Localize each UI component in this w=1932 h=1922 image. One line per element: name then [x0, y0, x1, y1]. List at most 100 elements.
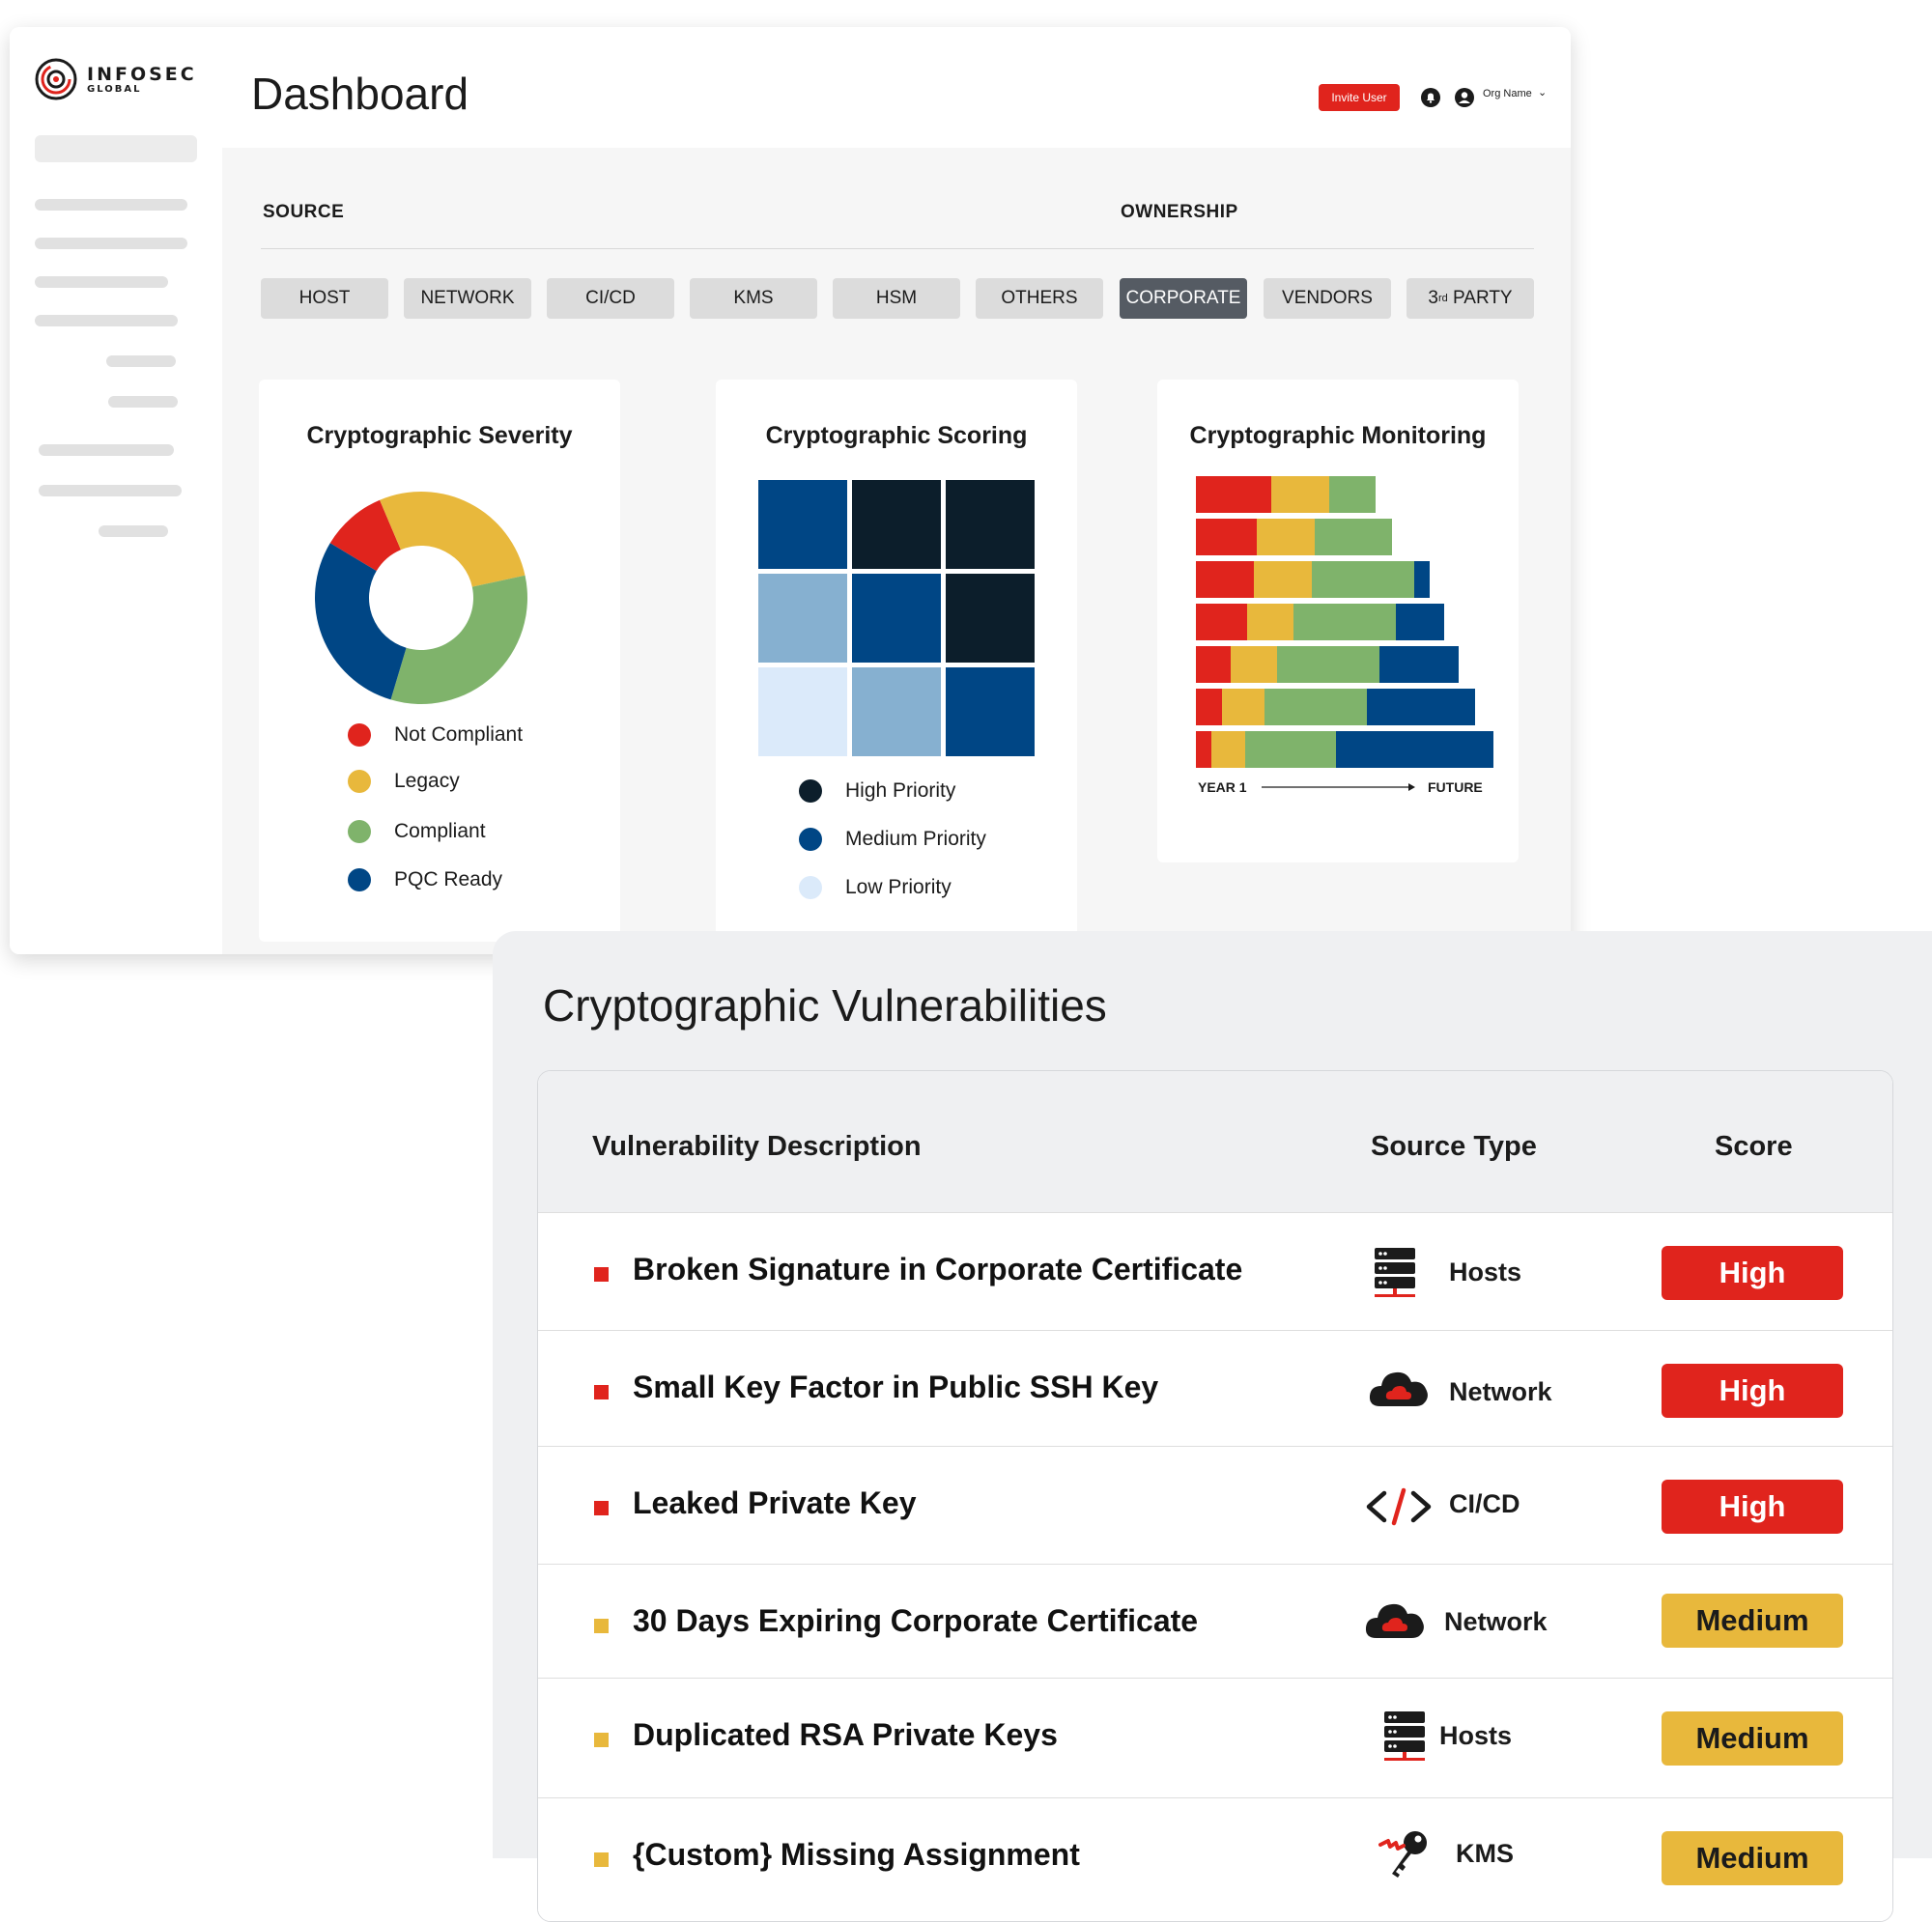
- bar-segment: [1293, 604, 1396, 640]
- third-party-suffix: PARTY: [1447, 288, 1513, 308]
- table-row[interactable]: {Custom} Missing Assignment KMS Medium: [538, 1797, 1892, 1921]
- bar-segment: [1196, 476, 1271, 513]
- sidebar-subitem-2[interactable]: [108, 396, 178, 408]
- source-type-label: Hosts: [1449, 1258, 1522, 1286]
- filter-cicd-button[interactable]: CI/CD: [547, 278, 674, 319]
- scoring-heatmap: [758, 480, 1035, 756]
- source-label: SOURCE: [263, 202, 345, 222]
- severity-bullet-icon: [594, 1852, 609, 1867]
- bar-segment: [1257, 519, 1315, 555]
- filter-host-button[interactable]: HOST: [261, 278, 388, 319]
- vulnerability-description: Broken Signature in Corporate Certificat…: [633, 1252, 1243, 1286]
- legend-label: Medium Priority: [845, 828, 986, 850]
- bar-segment: [1277, 646, 1379, 683]
- legend-medium-priority: Medium Priority: [799, 828, 986, 851]
- bar-segment: [1271, 476, 1329, 513]
- bar-segment: [1336, 731, 1493, 768]
- vulnerability-description: Small Key Factor in Public SSH Key: [633, 1370, 1159, 1404]
- arrow-head-icon: [1408, 783, 1415, 791]
- cloud-icon: [1365, 1603, 1424, 1638]
- org-name-label[interactable]: Org Name: [1483, 88, 1532, 99]
- table-row[interactable]: Leaked Private Key CI/CD High: [538, 1446, 1892, 1565]
- logo-line2: GLOBAL: [87, 83, 142, 95]
- monitoring-title: Cryptographic Monitoring: [1189, 422, 1487, 449]
- table-row[interactable]: Duplicated RSA Private Keys Hosts Medium: [538, 1678, 1892, 1798]
- sidebar-subitem-3[interactable]: [99, 525, 168, 537]
- source-type-label: Hosts: [1439, 1721, 1513, 1750]
- legend-high-priority: High Priority: [799, 779, 955, 803]
- bar-segment: [1315, 519, 1392, 555]
- table-row[interactable]: Broken Signature in Corporate Certificat…: [538, 1212, 1892, 1331]
- legend-not-compliant: Not Compliant: [348, 723, 523, 747]
- vulnerability-description: {Custom} Missing Assignment: [633, 1837, 1080, 1872]
- column-source-type[interactable]: Source Type: [1371, 1131, 1537, 1163]
- legend-label: Compliant: [394, 820, 486, 842]
- filter-kms-button[interactable]: KMS: [690, 278, 817, 319]
- scoring-title: Cryptographic Scoring: [765, 422, 1028, 449]
- bar-segment: [1312, 561, 1414, 598]
- legend-legacy: Legacy: [348, 770, 460, 793]
- third-party-sup: rd: [1437, 293, 1448, 304]
- legend-low-priority: Low Priority: [799, 876, 952, 899]
- bar-segment: [1196, 731, 1211, 768]
- sidebar-item-3[interactable]: [35, 276, 168, 288]
- bell-icon[interactable]: [1420, 87, 1441, 108]
- sidebar-item-5[interactable]: [39, 444, 174, 456]
- legend-label: PQC Ready: [394, 868, 503, 890]
- sidebar-item-1[interactable]: [35, 199, 187, 211]
- source-type-label: CI/CD: [1449, 1489, 1520, 1518]
- x-axis-start-label: YEAR 1: [1198, 779, 1247, 795]
- filter-network-button[interactable]: NETWORK: [404, 278, 531, 319]
- table-row[interactable]: Small Key Factor in Public SSH Key Netwo…: [538, 1330, 1892, 1447]
- filter-hsm-button[interactable]: HSM: [833, 278, 960, 319]
- header: Dashboard Invite User Org Name ⌄: [222, 27, 1571, 148]
- bar-segment: [1247, 604, 1293, 640]
- user-avatar-icon[interactable]: [1454, 87, 1475, 108]
- bar-segment: [1414, 561, 1430, 598]
- sidebar: INFOSEC GLOBAL: [10, 27, 222, 954]
- severity-bullet-icon: [594, 1733, 609, 1747]
- bar-segment: [1396, 604, 1444, 640]
- sidebar-item-6[interactable]: [39, 485, 182, 496]
- vulnerability-description: 30 Days Expiring Corporate Certificate: [633, 1603, 1199, 1638]
- score-badge: Medium: [1662, 1711, 1843, 1766]
- sidebar-subitem-1[interactable]: [106, 355, 176, 367]
- donut-slice-legacy: [380, 492, 526, 587]
- green-dot-icon: [348, 820, 371, 843]
- invite-user-button[interactable]: Invite User: [1319, 84, 1400, 111]
- ownership-label: OWNERSHIP: [1121, 202, 1238, 222]
- scoring-card: Cryptographic Scoring High Priority Medi…: [716, 380, 1077, 942]
- legend-pqc-ready: PQC Ready: [348, 868, 502, 891]
- code-icon: [1366, 1487, 1432, 1526]
- table-row[interactable]: 30 Days Expiring Corporate Certificate N…: [538, 1564, 1892, 1679]
- chevron-down-icon[interactable]: ⌄: [1538, 86, 1547, 99]
- navy-dot-icon: [799, 779, 822, 803]
- logo[interactable]: INFOSEC GLOBAL: [35, 58, 197, 100]
- severity-bullet-icon: [594, 1267, 609, 1282]
- filter-corporate-button[interactable]: CORPORATE: [1120, 278, 1247, 319]
- heatmap-cell: [946, 574, 1035, 663]
- sidebar-item-4[interactable]: [35, 315, 178, 326]
- severity-card: Cryptographic Severity Not Compliant Leg…: [259, 380, 620, 942]
- sidebar-search-placeholder[interactable]: [35, 135, 197, 162]
- monitoring-card: Cryptographic Monitoring YEAR 1 FUTURE: [1157, 380, 1519, 862]
- filter-third-party-button[interactable]: 3rd PARTY: [1406, 278, 1534, 319]
- column-description[interactable]: Vulnerability Description: [592, 1131, 922, 1163]
- dashboard-content: SOURCE OWNERSHIP HOST NETWORK CI/CD KMS …: [222, 148, 1571, 954]
- divider: [261, 248, 1534, 249]
- bar-segment: [1367, 689, 1475, 725]
- filter-others-button[interactable]: OTHERS: [976, 278, 1103, 319]
- pale-blue-dot-icon: [799, 876, 822, 899]
- legend-label: Legacy: [394, 770, 460, 792]
- severity-bullet-icon: [594, 1501, 609, 1515]
- x-axis-end-label: FUTURE: [1428, 779, 1483, 795]
- source-type-label: Network: [1449, 1377, 1552, 1406]
- score-badge: Medium: [1662, 1594, 1843, 1648]
- server-icon: [1384, 1711, 1425, 1761]
- bar-segment: [1379, 646, 1459, 683]
- column-score[interactable]: Score: [1715, 1131, 1793, 1163]
- blue-dot-icon: [348, 868, 371, 891]
- filter-vendors-button[interactable]: VENDORS: [1264, 278, 1391, 319]
- vulnerability-description: Leaked Private Key: [633, 1485, 917, 1520]
- sidebar-item-2[interactable]: [35, 238, 187, 249]
